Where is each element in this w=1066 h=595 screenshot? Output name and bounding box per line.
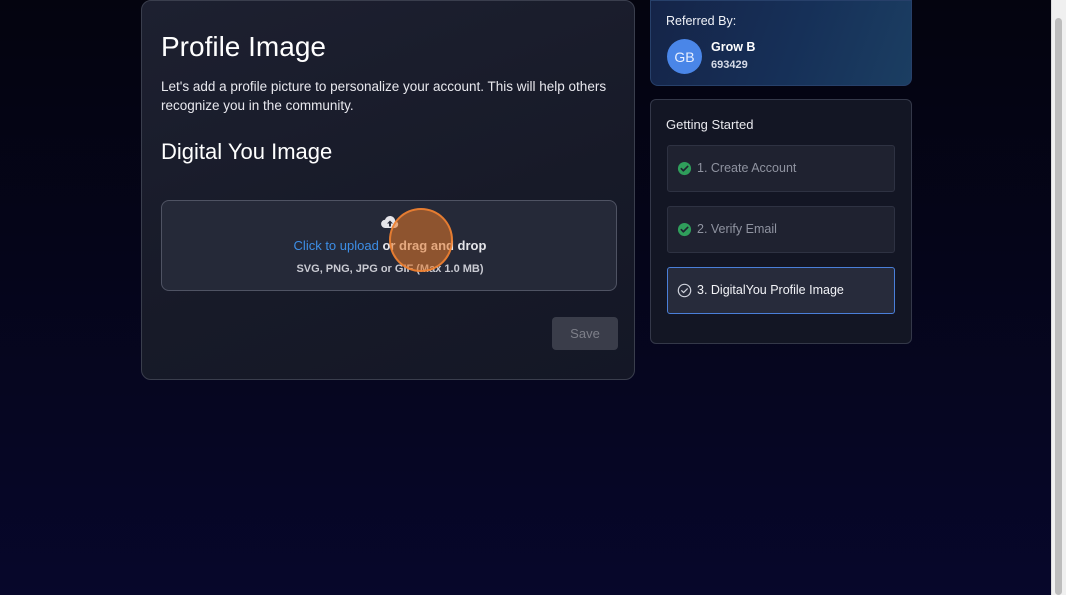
step-verify-email[interactable]: 2. Verify Email [667, 206, 895, 253]
upload-dropzone[interactable]: Click to upload or drag and drop SVG, PN… [161, 200, 617, 291]
step-label: 2. Verify Email [697, 222, 777, 236]
check-circle-icon [677, 222, 692, 237]
step-label: 3. DigitalYou Profile Image [697, 283, 844, 297]
page-description: Let's add a profile picture to personali… [161, 79, 607, 113]
file-format-hint: SVG, PNG, JPG or GIF (Max 1.0 MB) [296, 263, 484, 275]
upload-instructions: Click to upload or drag and drop [162, 238, 618, 253]
page-title: Profile Image [161, 31, 326, 62]
check-circle-outline-icon [677, 283, 692, 298]
save-button[interactable]: Save [552, 317, 618, 350]
step-profile-image[interactable]: 3. DigitalYou Profile Image [667, 267, 895, 314]
check-circle-icon [677, 161, 692, 176]
referrer-code: 693429 [711, 59, 748, 71]
getting-started-panel: Getting Started 1. Create Account 2. Ver… [650, 99, 912, 344]
section-title: Digital You Image [161, 139, 333, 164]
drag-drop-text: or drag and drop [378, 238, 487, 253]
steps-title: Getting Started [666, 117, 754, 132]
avatar: GB [667, 39, 702, 74]
step-create-account[interactable]: 1. Create Account [667, 145, 895, 192]
referral-card: Referred By: GB Grow B 693429 [650, 0, 912, 86]
page-scrollbar[interactable] [1051, 0, 1066, 595]
profile-image-card: Profile Image Let's add a profile pictur… [141, 0, 635, 380]
scrollbar-thumb[interactable] [1055, 18, 1062, 595]
referral-label: Referred By: [666, 14, 737, 28]
cloud-upload-icon [381, 215, 399, 229]
click-to-upload-link[interactable]: Click to upload [294, 238, 379, 253]
step-label: 1. Create Account [697, 161, 797, 175]
referrer-name: Grow B [711, 40, 756, 54]
